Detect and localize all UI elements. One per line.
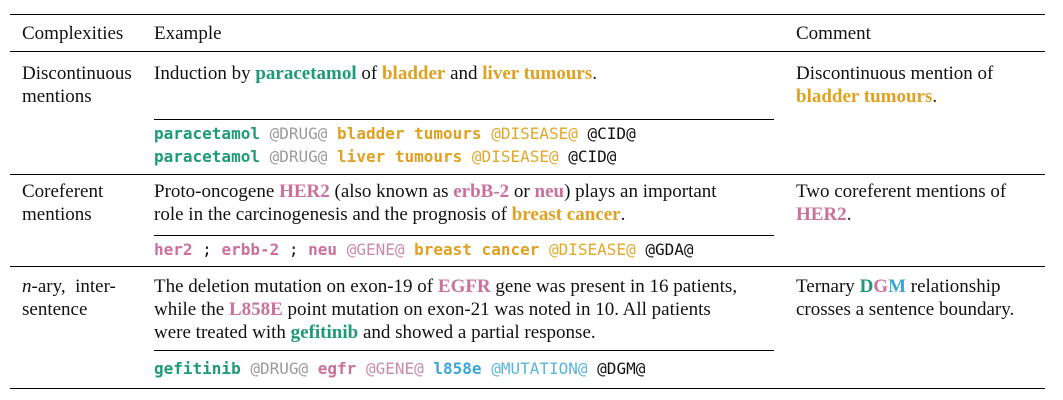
row2-linearized: her2 ; erbb-2 ; neu @GENE@ breast cancer… bbox=[154, 240, 694, 259]
row1-rule bbox=[10, 174, 1045, 175]
row1-sentence: Induction by paracetamol of bladder and … bbox=[154, 63, 597, 84]
header-comment: Comment bbox=[796, 23, 871, 44]
drug-entity: paracetamol bbox=[255, 63, 357, 84]
gene-entity: HER2 bbox=[279, 181, 330, 202]
row2-complexity-line1: Coreferent bbox=[22, 181, 104, 202]
disease-entity: liver tumours bbox=[482, 63, 593, 84]
row2-comment-line1: Two coreferent mentions of bbox=[796, 181, 1007, 202]
top-rule bbox=[10, 14, 1045, 15]
row2-sentence-line2: role in the carcinogenesis and the progn… bbox=[154, 204, 626, 225]
bottom-rule bbox=[10, 388, 1045, 389]
row1-linearized-line2: paracetamol @DRUG@ liver tumours @DISEAS… bbox=[154, 147, 617, 166]
row1-complexity-line1: Discontinuous bbox=[22, 63, 132, 84]
gene-entity: EGFR bbox=[437, 276, 491, 297]
row3-subrule bbox=[154, 350, 774, 351]
row1-complexity-line2: mentions bbox=[22, 86, 92, 107]
row3-comment-line2: crosses a sentence boundary. bbox=[796, 299, 1015, 320]
gene-entity: neu bbox=[534, 181, 565, 202]
header-example: Example bbox=[154, 23, 222, 44]
row3-sentence-line2: while the L858E point mutation on exon-2… bbox=[154, 299, 711, 320]
row2-subrule bbox=[154, 235, 774, 236]
gene-entity: erbB-2 bbox=[453, 181, 510, 202]
disease-entity: breast cancer bbox=[511, 204, 621, 225]
row2-complexity-line2: mentions bbox=[22, 204, 92, 225]
row1-comment-line2: bladder tumours. bbox=[796, 86, 938, 107]
header-complexities: Complexities bbox=[22, 23, 124, 44]
row3-linearized: gefitinib @DRUG@ egfr @GENE@ l858e @MUTA… bbox=[154, 359, 646, 378]
row3-comment-line1: Ternary DGM relationship bbox=[796, 276, 1001, 297]
mutation-entity: L858E bbox=[228, 299, 283, 320]
row2-sentence-line1: Proto-oncogene HER2 (also known as erbB-… bbox=[154, 181, 717, 202]
row1-comment-line1: Discontinuous mention of bbox=[796, 63, 994, 84]
row3-sentence-line1: The deletion mutation on exon-19 of EGFR… bbox=[154, 276, 738, 297]
row1-linearized-line1: paracetamol @DRUG@ bladder tumours @DISE… bbox=[154, 124, 636, 143]
row3-sentence-line3: were treated with gefitinib and showed a… bbox=[154, 322, 596, 343]
disease-entity: bladder bbox=[381, 63, 446, 84]
row3-complexity-line1: n-ary, inter- bbox=[22, 276, 116, 297]
row2-rule bbox=[10, 266, 1045, 267]
drug-entity: gefitinib bbox=[290, 322, 359, 343]
header-rule bbox=[10, 51, 1045, 52]
row2-comment-line2: HER2. bbox=[796, 204, 852, 225]
row1-subrule bbox=[154, 119, 774, 120]
row3-complexity-line2: sentence bbox=[22, 299, 88, 320]
